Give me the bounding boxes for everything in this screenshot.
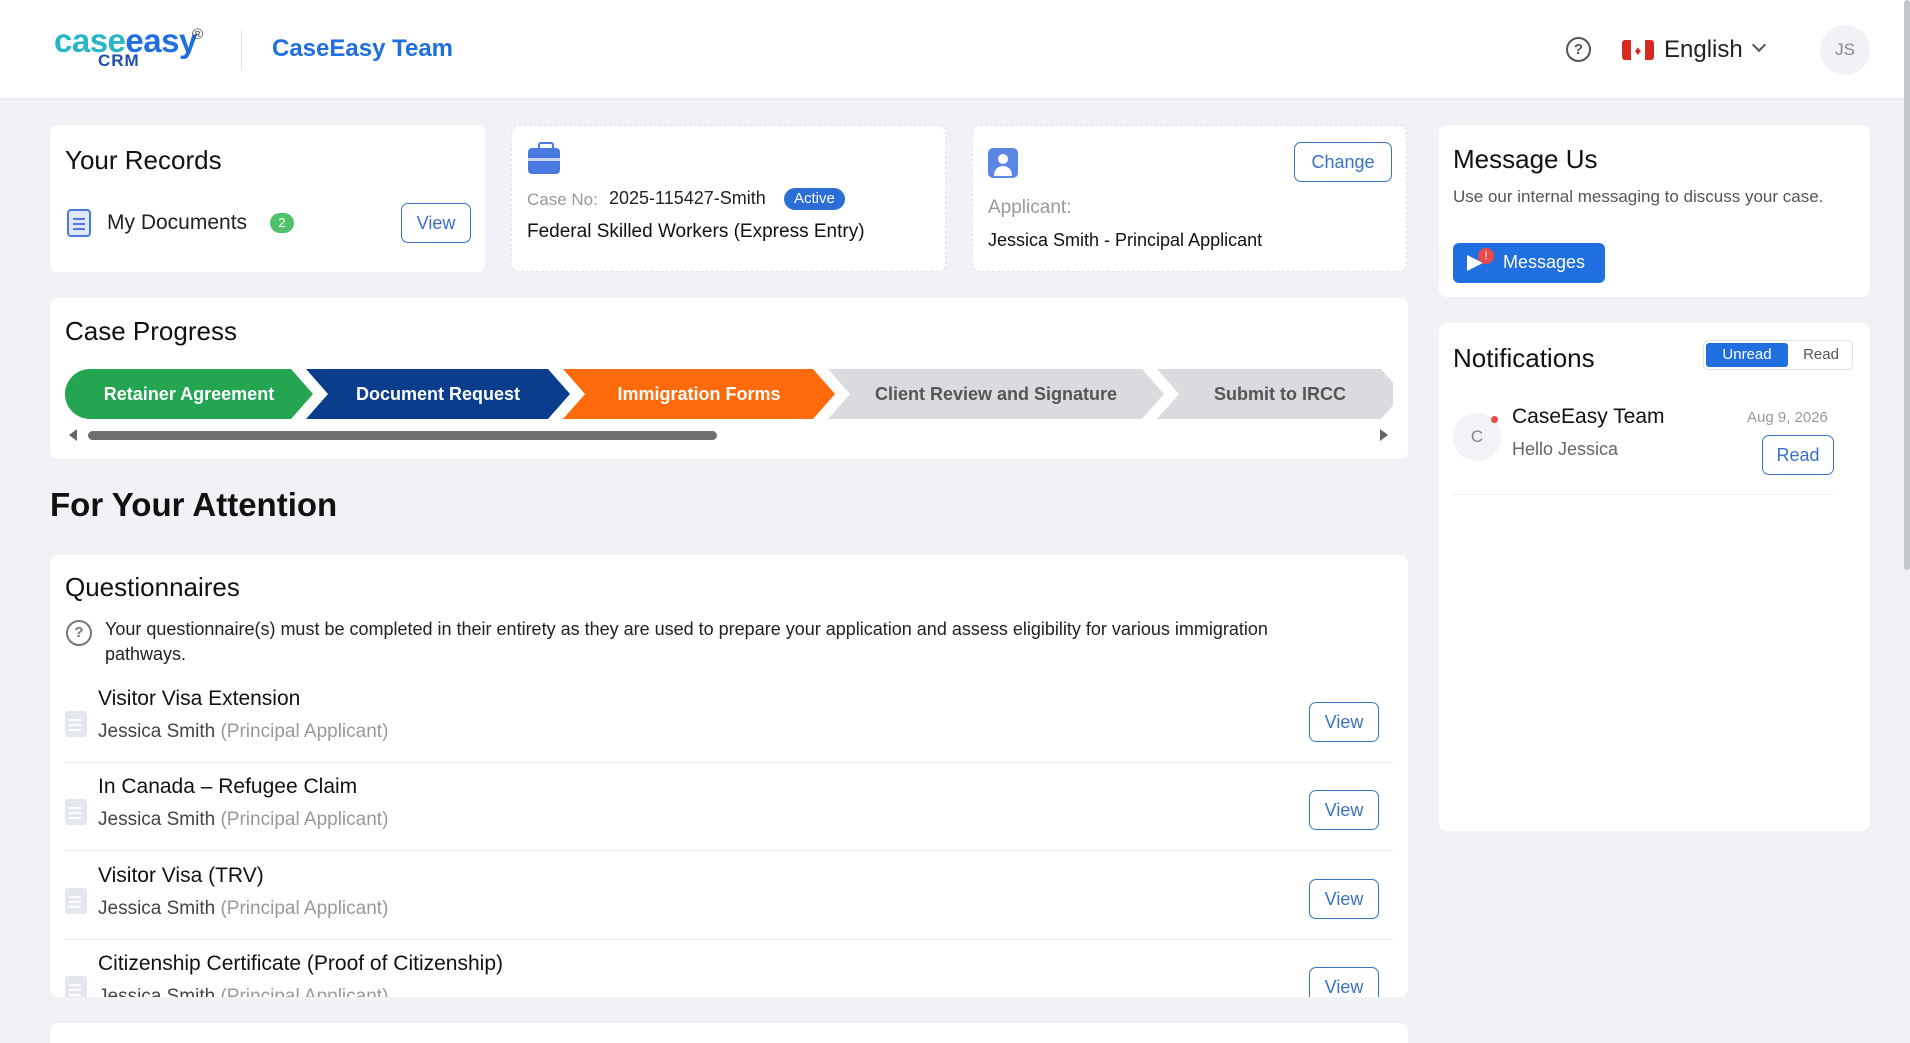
list-item: Visitor Visa Extension Jessica Smith (Pr… [65, 675, 1393, 763]
questionnaire-title: Citizenship Certificate (Proof of Citize… [98, 952, 503, 975]
case-progress-title: Case Progress [65, 316, 237, 346]
language-label: English [1664, 36, 1743, 63]
caseeasy-logo[interactable]: caseeasy ® CRM [54, 22, 204, 72]
view-questionnaire-button[interactable]: View [1309, 967, 1379, 997]
step-client-review[interactable]: Client Review and Signature [828, 369, 1164, 419]
my-documents-label: My Documents [107, 211, 248, 234]
horizontal-scrollbar[interactable] [88, 431, 717, 440]
questionnaires-info: Your questionnaire(s) must be completed … [105, 619, 1268, 664]
clipboard-icon [65, 976, 87, 997]
notification-message: Hello Jessica [1512, 439, 1619, 459]
case-info-card: Case No: 2025-115427-Smith Active Federa… [511, 125, 946, 272]
messages-button[interactable]: ! Messages [1453, 243, 1605, 283]
notification-date: Aug 9, 2026 [1747, 409, 1828, 426]
list-item: In Canada – Refugee Claim Jessica Smith … [65, 763, 1393, 851]
briefcase-icon [528, 142, 560, 174]
status-badge: Active [784, 188, 845, 210]
questionnaire-person: Jessica Smith (Principal Applicant) [98, 809, 389, 830]
mark-read-button[interactable]: Read [1762, 435, 1834, 475]
notifications-filter-toggle: Unread Read [1703, 340, 1853, 370]
questionnaires-card: Questionnaires ? Your questionnaire(s) m… [50, 555, 1408, 997]
questionnaires-title: Questionnaires [65, 572, 240, 602]
questionnaire-person: Jessica Smith (Principal Applicant) [98, 986, 389, 997]
unread-dot [1491, 416, 1498, 423]
team-name: CaseEasy Team [272, 35, 454, 62]
help-icon[interactable]: ? [1566, 37, 1591, 62]
scroll-left-arrow-icon[interactable] [69, 429, 77, 441]
top-header: caseeasy ® CRM CaseEasy Team ? ♦ English… [0, 0, 1910, 99]
clipboard-icon [65, 711, 87, 737]
messages-button-label: Messages [1503, 252, 1586, 272]
questionnaire-title: In Canada – Refugee Claim [98, 775, 358, 798]
questionnaire-person: Jessica Smith (Principal Applicant) [98, 898, 389, 919]
question-icon: ? [66, 620, 92, 646]
step-document-request[interactable]: Document Request [306, 369, 570, 419]
tab-unread[interactable]: Unread [1706, 343, 1788, 367]
list-item: Citizenship Certificate (Proof of Citize… [65, 940, 1393, 997]
page-scrollbar[interactable] [1904, 0, 1910, 570]
logo-registered-mark: ® [192, 26, 204, 43]
list-item: Visitor Visa (TRV) Jessica Smith (Princi… [65, 852, 1393, 940]
documents-count-badge: 2 [270, 213, 294, 233]
questionnaire-title: Visitor Visa (TRV) [98, 864, 264, 887]
questionnaire-person: Jessica Smith (Principal Applicant) [98, 721, 389, 742]
view-questionnaire-button[interactable]: View [1309, 790, 1379, 830]
applicant-name: Jessica Smith - Principal Applicant [988, 230, 1263, 250]
header-divider [241, 30, 242, 70]
case-progress-card: Case Progress Retainer Agreement Documen… [50, 298, 1408, 459]
canada-flag-icon: ♦ [1622, 40, 1654, 60]
change-applicant-button[interactable]: Change [1294, 142, 1392, 182]
document-icon [67, 209, 91, 237]
step-retainer-agreement[interactable]: Retainer Agreement [65, 369, 313, 419]
tab-read[interactable]: Read [1792, 343, 1850, 367]
clipboard-icon [65, 799, 87, 825]
applicant-label: Applicant: [988, 197, 1072, 218]
divider [1453, 494, 1833, 495]
case-number-label: Case No: [527, 190, 598, 209]
notifications-title: Notifications [1453, 343, 1595, 373]
case-program: Federal Skilled Workers (Express Entry) [527, 221, 865, 242]
unread-messages-badge: ! [1478, 248, 1494, 264]
attention-title: For Your Attention [50, 486, 338, 523]
user-avatar[interactable]: JS [1820, 25, 1870, 75]
notification-sender: CaseEasy Team [1512, 405, 1665, 428]
view-documents-button[interactable]: View [401, 203, 471, 243]
progress-steps: Retainer Agreement Document Request Immi… [65, 369, 1393, 419]
applicant-card: Change Applicant: Jessica Smith - Princi… [972, 125, 1407, 272]
questionnaire-title: Visitor Visa Extension [98, 687, 301, 710]
scroll-right-arrow-icon[interactable] [1380, 429, 1388, 441]
person-icon [988, 148, 1018, 178]
your-records-card: Your Records My Documents 2 View [50, 125, 485, 272]
language-selector[interactable]: ♦ English [1622, 30, 1772, 70]
step-immigration-forms[interactable]: Immigration Forms [563, 369, 835, 419]
view-questionnaire-button[interactable]: View [1309, 879, 1379, 919]
message-us-card: Message Us Use our internal messaging to… [1439, 125, 1870, 297]
message-us-title: Message Us [1453, 144, 1598, 174]
case-number: 2025-115427-Smith [609, 188, 766, 208]
message-us-description: Use our internal messaging to discuss yo… [1453, 187, 1824, 206]
chevron-down-icon [1751, 37, 1767, 53]
next-section-card [50, 1023, 1408, 1043]
clipboard-icon [65, 888, 87, 914]
notifications-card: Notifications Unread Read C CaseEasy Tea… [1439, 323, 1870, 831]
step-submit-ircc[interactable]: Submit to IRCC [1157, 369, 1393, 419]
view-questionnaire-button[interactable]: View [1309, 702, 1379, 742]
records-title: Your Records [65, 145, 222, 175]
logo-crm: CRM [98, 51, 140, 70]
